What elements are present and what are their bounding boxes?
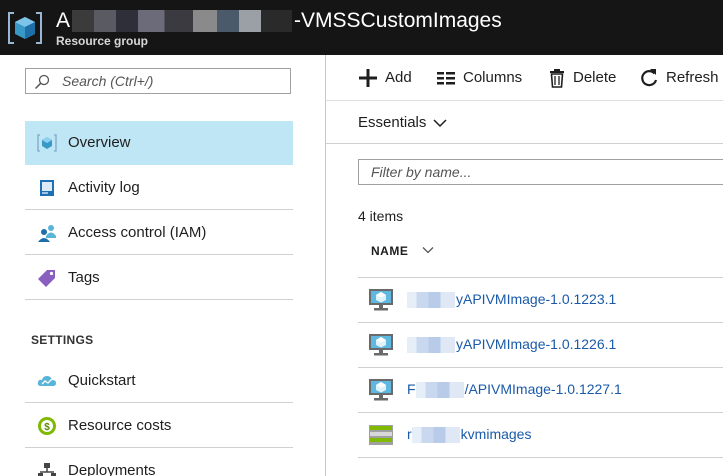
cube-icon (37, 134, 57, 152)
columns-icon (437, 72, 455, 85)
menu-item-resource-costs[interactable]: $ Resource costs (25, 404, 293, 448)
menu-item-label: Activity log (68, 179, 140, 196)
essentials-label: Essentials (358, 114, 427, 131)
chevron-down-icon (433, 119, 447, 128)
menu-item-overview[interactable]: Overview (25, 121, 293, 165)
vm-image-icon (369, 379, 393, 401)
redacted-text (72, 10, 293, 33)
blade-header: A -VMSSCustomImages Resource group (0, 0, 723, 55)
menu-item-access-control[interactable]: Access control (IAM) (25, 211, 293, 255)
resource-row[interactable]: yAPIVMImage-1.0.1223.1 (358, 278, 723, 323)
sort-chevron-icon (422, 247, 434, 254)
page-title: A -VMSSCustomImages (56, 9, 502, 33)
portal-window: A-VMSSCustomImages Resource group Overvi… (0, 0, 723, 476)
resource-group-icon (8, 12, 42, 44)
menu-item-quickstart[interactable]: Quickstart (25, 359, 293, 403)
columns-button[interactable]: Columns (436, 67, 526, 89)
menu-item-tags[interactable]: Tags (25, 256, 293, 300)
menu-search-box[interactable] (25, 68, 291, 94)
refresh-button[interactable]: Refresh (639, 67, 721, 89)
page-subtitle: Resource group (56, 34, 149, 48)
redacted-text (407, 292, 455, 309)
main-content: Add Columns Delete Refresh Essentials Fi… (326, 55, 723, 476)
add-button[interactable]: Add (358, 67, 418, 89)
search-icon (34, 74, 50, 90)
item-count: 4 items (358, 208, 404, 224)
svg-text:$: $ (44, 422, 50, 433)
resource-name-link[interactable]: yAPIVMImage-1.0.1226.1 (407, 336, 616, 354)
redacted-text (407, 337, 455, 354)
activity-log-icon (40, 180, 54, 196)
menu-item-label: Tags (68, 269, 100, 286)
menu-item-label: Deployments (68, 462, 156, 476)
vm-image-icon (369, 334, 393, 356)
trash-icon (550, 69, 564, 88)
storage-account-icon (369, 425, 393, 445)
users-icon (38, 225, 56, 242)
cost-icon: $ (38, 417, 56, 435)
refresh-icon (641, 69, 658, 87)
resource-row[interactable]: r kvmimages (358, 413, 723, 458)
settings-section-label: SETTINGS (31, 333, 94, 347)
resource-name-link[interactable]: yAPIVMImage-1.0.1223.1 (407, 291, 616, 309)
plus-icon (359, 69, 377, 87)
resource-name-link[interactable]: F/APIVMImage-1.0.1227.1 (407, 381, 622, 399)
menu-item-deployments[interactable]: Deployments (25, 449, 293, 476)
resource-row[interactable]: F/APIVMImage-1.0.1227.1 (358, 368, 723, 413)
tag-icon (38, 270, 55, 287)
cloud-icon (37, 376, 56, 386)
delete-button[interactable]: Delete (547, 67, 617, 89)
search-input[interactable] (62, 72, 282, 90)
resource-menu: Overview Activity log Access control (IA… (0, 55, 326, 476)
filter-box[interactable] (358, 159, 723, 185)
redacted-text (411, 427, 460, 444)
menu-item-activity-log[interactable]: Activity log (25, 166, 293, 210)
essentials-toggle[interactable]: Essentials (326, 100, 723, 144)
column-header-label: NAME (371, 244, 409, 258)
command-bar: Add Columns Delete Refresh (326, 55, 723, 100)
menu-item-label: Access control (IAM) (68, 224, 207, 241)
redacted-text (415, 382, 464, 399)
column-header-name[interactable]: NAME (358, 230, 723, 278)
menu-item-label: Resource costs (68, 417, 172, 434)
menu-item-label: Quickstart (68, 372, 136, 389)
vm-image-icon (369, 289, 393, 311)
resource-row[interactable]: yAPIVMImage-1.0.1226.1 (358, 323, 723, 368)
deployments-icon (38, 463, 56, 476)
menu-item-label: Overview (68, 134, 131, 151)
resource-name-link[interactable]: r kvmimages (407, 426, 531, 444)
filter-by-name-input[interactable] (371, 163, 711, 181)
